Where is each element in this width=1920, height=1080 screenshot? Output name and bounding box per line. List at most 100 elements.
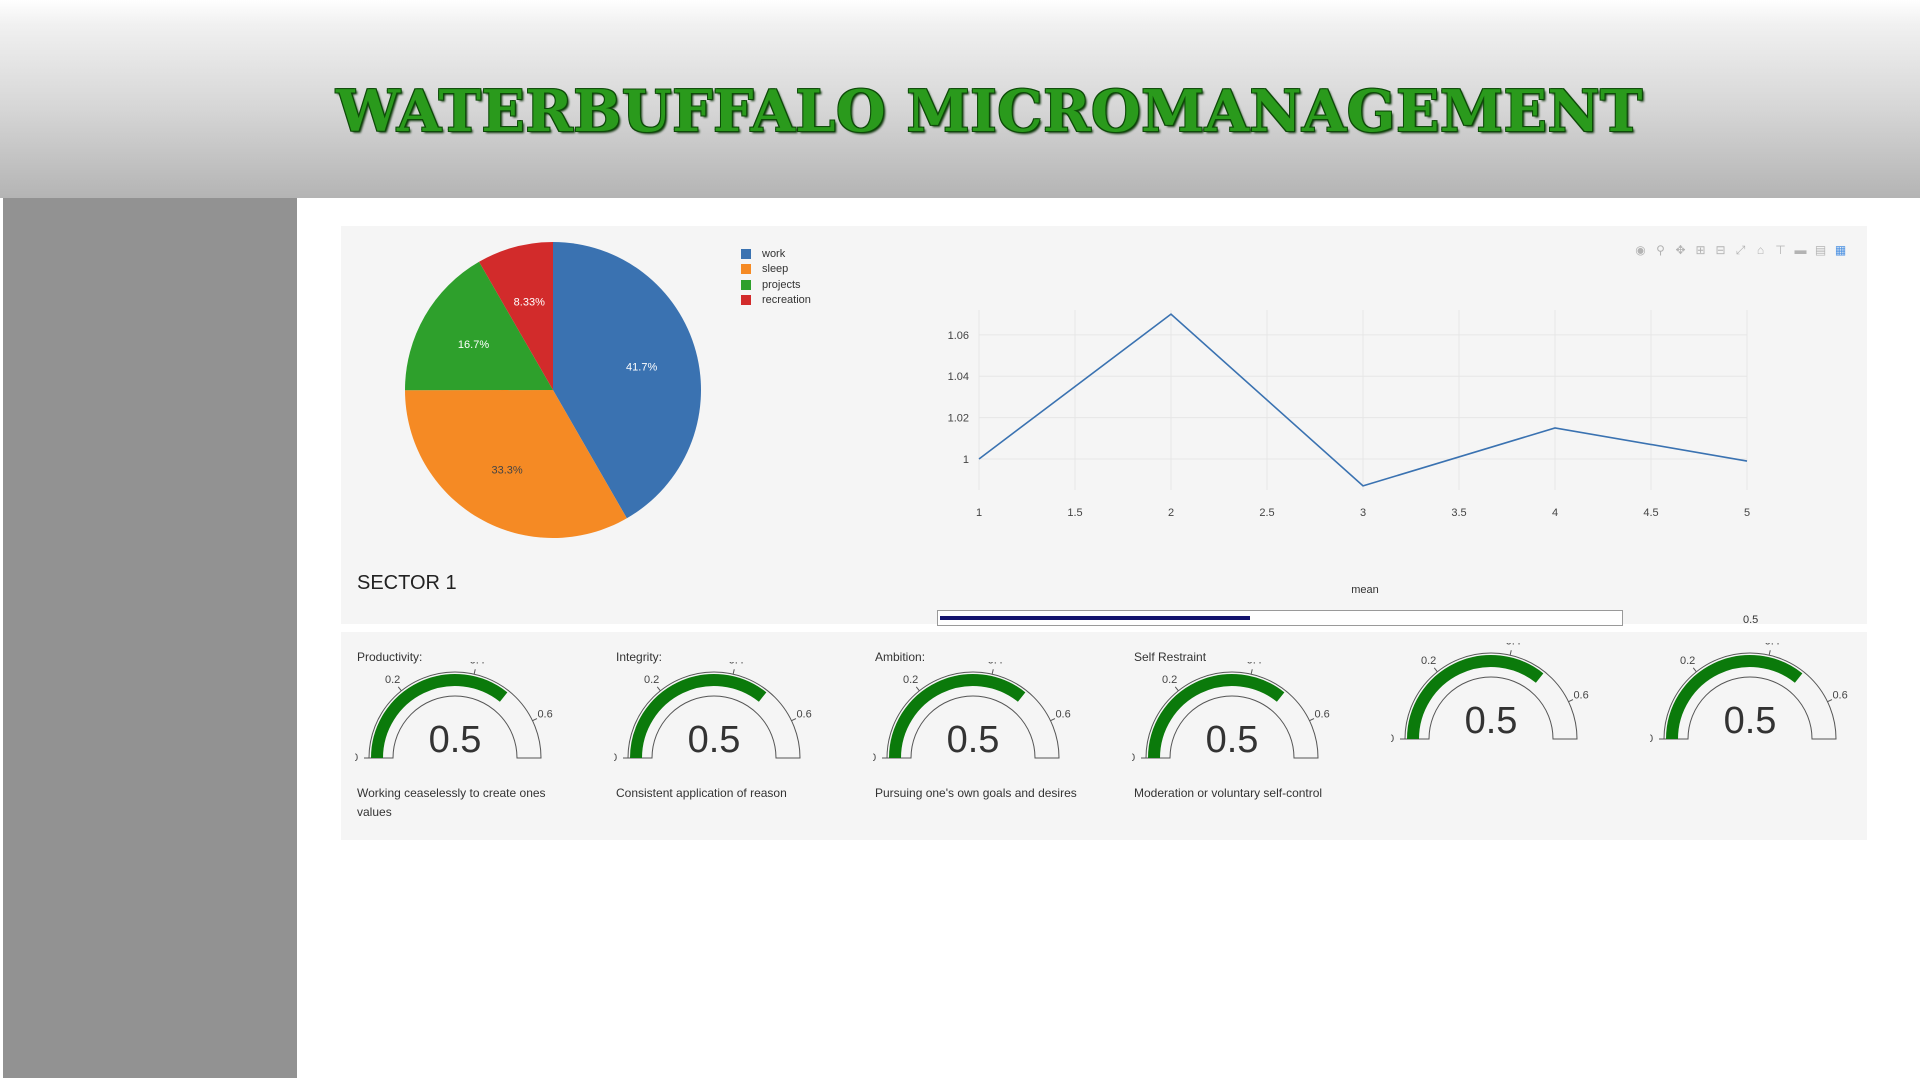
gauge-integrity: 0 0.2 0.4 0.6 0.5 [614, 662, 812, 764]
header-banner: WATERBUFFALO MICROMANAGEMENT [0, 0, 1920, 198]
gauge-tick-label: 0.4 [988, 662, 1003, 667]
x-tick-label: 2 [1168, 507, 1174, 519]
slider-value: 0.5 [1743, 614, 1759, 626]
gauge-tick [1050, 718, 1056, 722]
pie-legend: work sleep projects recreation [741, 246, 811, 308]
gauge-tick-label: 0 [355, 752, 358, 764]
plotly-logo-icon[interactable]: ▦ [1834, 244, 1847, 257]
legend-swatch-work [741, 248, 751, 259]
pan-icon[interactable]: ✥ [1674, 244, 1687, 257]
gauge-tick [1509, 650, 1512, 656]
zoom-icon[interactable]: ⚲ [1654, 244, 1667, 257]
gauge-tick [732, 669, 735, 675]
sidebar [3, 198, 297, 1078]
legend-item-recreation[interactable]: recreation [741, 293, 811, 309]
sector-title: SECTOR 1 [357, 572, 457, 594]
pie-label-work: 41.7% [626, 361, 657, 373]
hover-closest-icon[interactable]: ▬ [1794, 244, 1807, 257]
x-tick-label: 4 [1552, 507, 1558, 519]
y-tick-label: 1 [963, 454, 969, 466]
gauge-tick-label: 0 [1391, 733, 1394, 745]
legend-swatch-recreation [741, 295, 751, 306]
line-point[interactable] [1169, 312, 1173, 316]
line-point[interactable] [1361, 484, 1365, 488]
autoscale-icon[interactable]: ⤢ [1734, 244, 1747, 257]
legend-item-projects[interactable]: projects [741, 277, 811, 293]
gauge-5: 0 0.2 0.4 0.6 0.5 [1391, 643, 1589, 745]
x-tick-label: 4.5 [1643, 507, 1658, 519]
x-tick-label: 1.5 [1067, 507, 1082, 519]
slider-fill[interactable] [940, 616, 1250, 620]
gauge-tick [915, 686, 920, 692]
x-tick-label: 2.5 [1259, 507, 1274, 519]
y-tick-label: 1.04 [948, 371, 969, 383]
gauge-self-restraint: 0 0.2 0.4 0.6 0.5 [1132, 662, 1330, 764]
gauge-tick [1692, 667, 1697, 673]
pie-label-sleep: 33.3% [492, 464, 523, 476]
gauge-tick [1827, 699, 1833, 703]
gauge-tick-label: 0.6 [1314, 709, 1329, 721]
y-tick-label: 1.02 [948, 413, 969, 425]
gauges-panel: Productivity: Integrity: Ambition: Self … [341, 632, 1867, 840]
gauge-tick-label: 0.6 [796, 709, 811, 721]
gauge-tick-label: 0.2 [644, 674, 659, 686]
gauge-tick-label: 0.4 [1506, 643, 1521, 648]
chart-modebar: ◉ ⚲ ✥ ⊞ ⊟ ⤢ ⌂ ⊤ ▬ ▤ ▦ [1634, 244, 1847, 257]
home-icon[interactable]: ⌂ [1754, 244, 1767, 257]
pie-chart[interactable]: 41.7% 33.3% 16.7% 8.33% [341, 226, 701, 556]
line-point[interactable] [977, 457, 981, 461]
gauge-tick-label: 0 [614, 752, 617, 764]
gauge-tick-label: 0.4 [470, 662, 485, 667]
legend-label-work: work [762, 247, 786, 260]
gauge-tick [1250, 669, 1253, 675]
gauge-tick [991, 669, 994, 675]
gauge-tick [1568, 699, 1574, 703]
y-tick-label: 1.06 [948, 330, 969, 342]
zoom-in-icon[interactable]: ⊞ [1694, 244, 1707, 257]
gauge-tick-label: 0 [1650, 733, 1653, 745]
gauge-desc-self-restraint: Moderation or voluntary self-control [1134, 786, 1323, 800]
gauge-tick-label: 0.2 [1162, 674, 1177, 686]
gauge-value: 0.5 [947, 719, 1000, 761]
camera-icon[interactable]: ◉ [1634, 244, 1647, 257]
gauge-tick-label: 0 [1132, 752, 1135, 764]
gauge-tick-label: 0.4 [729, 662, 744, 667]
gauge-tick-label: 0.6 [537, 709, 552, 721]
gauge-value: 0.5 [1206, 719, 1259, 761]
gauge-tick [1174, 686, 1179, 692]
gauge-tick [1768, 650, 1771, 656]
gauge-desc-productivity: Working ceaselessly to create ones value… [357, 786, 546, 819]
zoom-out-icon[interactable]: ⊟ [1714, 244, 1727, 257]
legend-item-sleep[interactable]: sleep [741, 262, 811, 278]
line-chart[interactable]: 1 1.5 2 2.5 3 3.5 4 4.5 5 1 1.02 1.04 1.06 [901, 306, 1781, 546]
x-tick-label: 5 [1744, 507, 1750, 519]
pie-label-recreation: 8.33% [514, 296, 545, 308]
gauge-value: 0.5 [1724, 700, 1777, 742]
gauge-6: 0 0.2 0.4 0.6 0.5 [1650, 643, 1848, 745]
line-point[interactable] [1553, 426, 1557, 430]
gauge-value: 0.5 [1465, 700, 1518, 742]
slider-track[interactable] [937, 610, 1623, 626]
gauge-desc-ambition: Pursuing one's own goals and desires [875, 786, 1077, 800]
sector-panel: 41.7% 33.3% 16.7% 8.33% work sleep projects… [341, 226, 1867, 626]
gauge-tick-label: 0 [873, 752, 876, 764]
legend-label-recreation: recreation [762, 294, 811, 307]
gauge-tick [1309, 718, 1315, 722]
legend-item-work[interactable]: work [741, 246, 811, 262]
legend-swatch-projects [741, 279, 751, 290]
gauge-value: 0.5 [429, 719, 482, 761]
spike-lines-icon[interactable]: ⊤ [1774, 244, 1787, 257]
line-point[interactable] [1745, 459, 1749, 463]
gauge-tick [473, 669, 476, 675]
pie-label-projects: 16.7% [458, 339, 489, 351]
gauge-tick [1433, 667, 1438, 673]
legend-label-projects: projects [762, 278, 801, 291]
gauge-tick-label: 0.4 [1247, 662, 1262, 667]
hover-compare-icon[interactable]: ▤ [1814, 244, 1827, 257]
gauge-tick-label: 0.6 [1055, 709, 1070, 721]
x-tick-label: 1 [976, 507, 982, 519]
gauge-tick [397, 686, 402, 692]
app-title: WATERBUFFALO MICROMANAGEMENT [336, 78, 1643, 145]
gauge-desc-integrity: Consistent application of reason [616, 786, 787, 800]
gauge-tick-label: 0.6 [1573, 690, 1588, 702]
